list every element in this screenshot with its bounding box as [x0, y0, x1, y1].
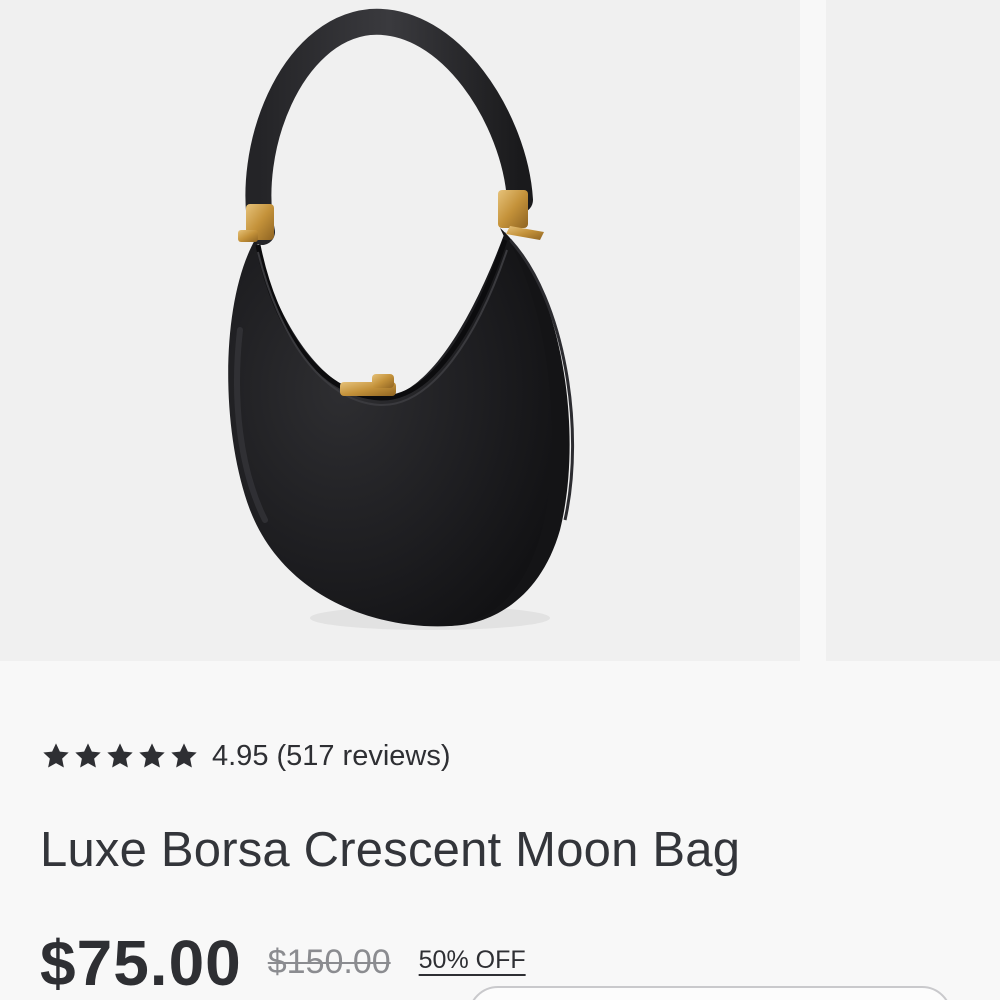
star-icon: [139, 743, 165, 768]
rating-summary: 4.95 (517 reviews): [212, 740, 451, 773]
product-image-gallery[interactable]: [0, 0, 1000, 661]
star-icon: [75, 743, 101, 768]
bag-illustration: [228, 8, 575, 630]
rating-score: 4.95: [212, 739, 269, 772]
product-image-main[interactable]: [0, 0, 800, 661]
product-title: Luxe Borsa Crescent Moon Bag: [40, 823, 741, 877]
product-image-next[interactable]: [826, 0, 1000, 661]
original-price: $150.00: [267, 943, 391, 981]
discount-badge: 50% OFF: [418, 946, 526, 974]
floating-action-pill[interactable]: [468, 986, 952, 1000]
sale-price: $75.00: [40, 927, 242, 999]
price-row: $75.00 $150.00 50% OFF: [40, 926, 526, 1000]
star-icon: [43, 743, 69, 768]
product-page: 4.95 (517 reviews) Luxe Borsa Crescent M…: [0, 0, 1000, 1000]
review-count[interactable]: (517 reviews): [276, 740, 450, 773]
star-rating: [40, 740, 200, 772]
star-icon: [107, 743, 133, 768]
product-rating[interactable]: 4.95 (517 reviews): [40, 734, 451, 778]
star-icon: [171, 743, 197, 768]
